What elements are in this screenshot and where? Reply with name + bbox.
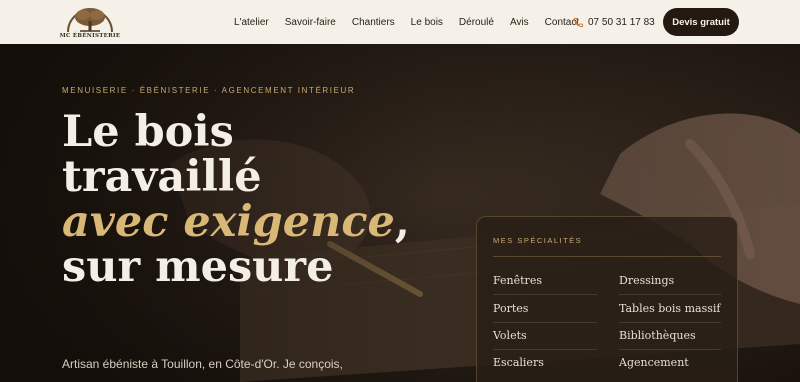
- specialty-separator: [493, 349, 597, 350]
- specialty-separator: [619, 349, 721, 350]
- headline-line-2: travaillé: [62, 152, 262, 202]
- hero-section: MENUISERIE · ÉBÉNISTERIE · AGENCEMENT IN…: [0, 44, 800, 382]
- specialty-item[interactable]: Agencement: [619, 356, 689, 369]
- site-header: MC ÉBÉNISTERIE L'atelier Savoir-faire Ch…: [0, 0, 800, 44]
- specialty-item[interactable]: Escaliers: [493, 356, 544, 369]
- quote-button[interactable]: Devis gratuit: [663, 8, 739, 36]
- headline-comma: ,: [394, 197, 410, 247]
- logo-text: MC ÉBÉNISTERIE: [59, 33, 121, 39]
- specialty-item[interactable]: Volets: [493, 329, 527, 342]
- nav-item-le-bois[interactable]: Le bois: [411, 17, 443, 28]
- phone-number: 07 50 31 17 83: [588, 16, 655, 28]
- hero-description: Artisan ébéniste à Touillon, en Côte-d'O…: [62, 357, 343, 371]
- hero-headline: Le bois travaillé avec exigence, sur mes…: [62, 110, 410, 290]
- phone-link[interactable]: 07 50 31 17 83: [573, 0, 655, 44]
- specialty-separator: [493, 322, 597, 323]
- specialties-title: MES SPÉCIALITÉS: [493, 236, 583, 245]
- hero-eyebrow: MENUISERIE · ÉBÉNISTERIE · AGENCEMENT IN…: [62, 86, 356, 95]
- logo[interactable]: MC ÉBÉNISTERIE: [58, 2, 122, 42]
- headline-line-3: avec exigence,: [62, 200, 410, 245]
- headline-line-1: Le bois: [62, 107, 234, 157]
- specialty-separator: [619, 322, 721, 323]
- headline-line-4: sur mesure: [62, 242, 334, 292]
- specialty-item[interactable]: Tables bois massif: [619, 302, 720, 315]
- specialties-card: MES SPÉCIALITÉS Fenêtres Portes Volets E…: [476, 216, 738, 382]
- specialty-item[interactable]: Portes: [493, 302, 528, 315]
- nav-item-avis[interactable]: Avis: [510, 17, 529, 28]
- nav-item-deroule[interactable]: Déroulé: [459, 17, 494, 28]
- specialty-item[interactable]: Fenêtres: [493, 274, 542, 287]
- nav-item-savoir-faire[interactable]: Savoir-faire: [285, 17, 336, 28]
- specialty-separator: [493, 294, 597, 295]
- tree-logo-icon: [67, 8, 113, 33]
- main-nav: L'atelier Savoir-faire Chantiers Le bois…: [234, 0, 595, 44]
- nav-item-chantiers[interactable]: Chantiers: [352, 17, 395, 28]
- specialty-separator: [619, 294, 721, 295]
- headline-accent: avec exigence: [62, 197, 395, 247]
- nav-item-atelier[interactable]: L'atelier: [234, 17, 269, 28]
- specialty-item[interactable]: Bibliothèques: [619, 329, 696, 342]
- specialty-item[interactable]: Dressings: [619, 274, 674, 287]
- card-divider: [493, 256, 721, 257]
- phone-icon: [573, 17, 584, 27]
